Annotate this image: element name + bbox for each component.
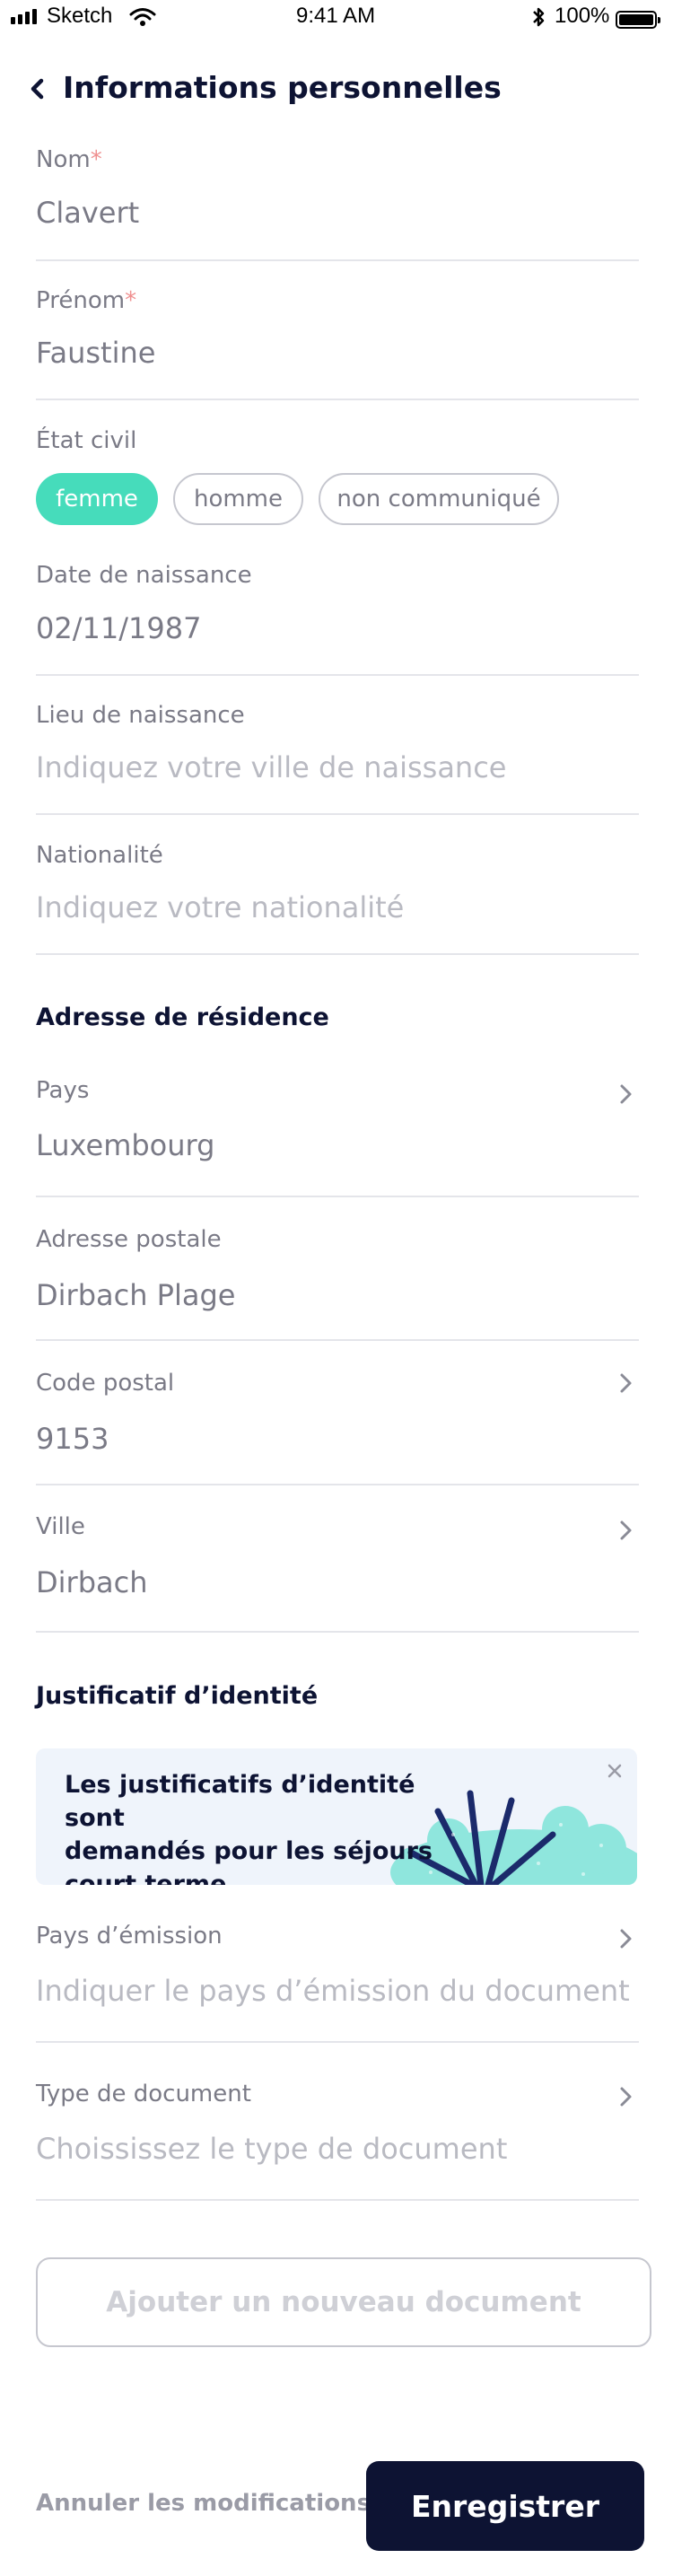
lieu-naissance-label: Lieu de naissance: [36, 702, 245, 729]
date-naissance-label: Date de naissance: [36, 562, 252, 589]
battery-icon: [616, 11, 660, 29]
back-arrow-icon[interactable]: [23, 74, 54, 104]
nationalite-label: Nationalité: [36, 842, 163, 869]
divider: [36, 813, 639, 815]
carrier-label: Sketch: [47, 4, 113, 28]
chevron-right-icon[interactable]: [617, 1518, 635, 1543]
nationalite-field[interactable]: Indiquez votre nationalité: [36, 890, 404, 924]
divider: [36, 2041, 639, 2043]
section-title-adresse: Adresse de résidence: [36, 1003, 329, 1031]
divider: [36, 2199, 639, 2201]
date-naissance-field[interactable]: 02/11/1987: [36, 611, 201, 645]
pays-emission-field[interactable]: Indiquer le pays d’émission du document: [36, 1974, 630, 2008]
ville-label: Ville: [36, 1513, 85, 1540]
adresse-postale-label: Adresse postale: [36, 1226, 222, 1253]
close-icon[interactable]: [605, 1761, 625, 1781]
divider: [36, 674, 639, 676]
section-title-justificatif: Justificatif d’identité: [36, 1682, 319, 1710]
nom-field[interactable]: Clavert: [36, 196, 139, 230]
pays-emission-label: Pays d’émission: [36, 1923, 223, 1950]
adresse-postale-field[interactable]: Dirbach Plage: [36, 1278, 235, 1312]
ville-field[interactable]: Dirbach: [36, 1565, 147, 1599]
pays-field[interactable]: Luxembourg: [36, 1128, 214, 1162]
chip-femme[interactable]: femme: [36, 473, 158, 525]
divider: [36, 1339, 639, 1341]
pays-label: Pays: [36, 1077, 90, 1104]
prenom-label: Prénom*: [36, 287, 137, 314]
nom-label: Nom*: [36, 146, 102, 173]
signal-icon: [11, 9, 37, 24]
required-marker: *: [125, 287, 137, 314]
divider: [36, 259, 639, 261]
bluetooth-icon: [533, 7, 545, 27]
chevron-right-icon[interactable]: [617, 1371, 635, 1396]
info-banner-text: Les justificatifs d’identité sont demand…: [65, 1771, 433, 1885]
type-document-label: Type de document: [36, 2081, 251, 2107]
chevron-right-icon[interactable]: [617, 2084, 635, 2109]
type-document-field[interactable]: Choississez le type de document: [36, 2132, 507, 2166]
chevron-right-icon[interactable]: [617, 1926, 635, 1951]
page-title: Informations personnelles: [63, 70, 502, 105]
cancel-button[interactable]: Annuler les modifications: [36, 2490, 371, 2517]
chip-non-communique[interactable]: non communiqué: [319, 473, 559, 525]
divider: [36, 1631, 639, 1633]
code-postal-label: Code postal: [36, 1370, 175, 1397]
wifi-icon: [129, 8, 156, 26]
divider: [36, 399, 639, 400]
divider: [36, 1484, 639, 1485]
chevron-right-icon[interactable]: [617, 1082, 635, 1107]
divider: [36, 1196, 639, 1197]
chip-homme[interactable]: homme: [173, 473, 303, 525]
required-marker: *: [90, 146, 102, 173]
prenom-field[interactable]: Faustine: [36, 336, 155, 370]
etat-civil-label: État civil: [36, 427, 137, 454]
code-postal-field[interactable]: 9153: [36, 1422, 109, 1456]
divider: [36, 953, 639, 955]
lieu-naissance-field[interactable]: Indiquez votre ville de naissance: [36, 750, 506, 784]
clock: 9:41 AM: [296, 4, 376, 28]
info-banner: Les justificatifs d’identité sont demand…: [36, 1748, 637, 1885]
save-button[interactable]: Enregistrer: [366, 2461, 644, 2551]
add-document-button[interactable]: Ajouter un nouveau document: [36, 2257, 651, 2347]
battery-percent: 100%: [555, 4, 610, 28]
